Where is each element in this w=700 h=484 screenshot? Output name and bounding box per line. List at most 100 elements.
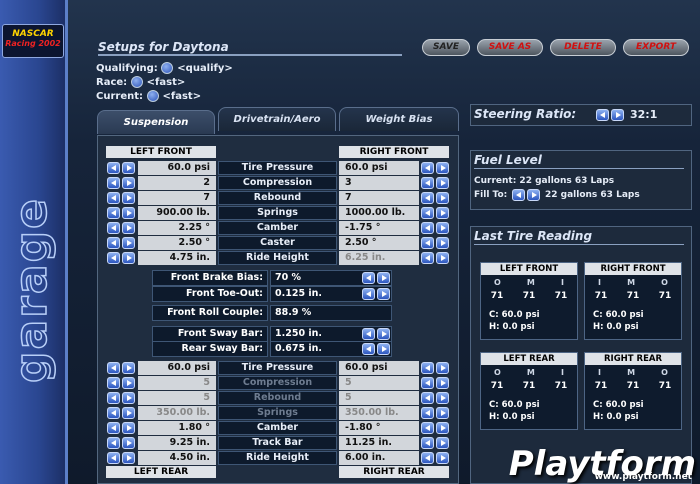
front-row-3-right-increase-icon[interactable]: [436, 207, 449, 219]
front-row-2-left-increase-icon[interactable]: [122, 192, 135, 204]
rear-row-0-label: Tire Pressure: [218, 361, 337, 375]
rear-row-4-left-decrease-icon[interactable]: [107, 422, 120, 434]
qualifying-row: Qualifying: <qualify>: [96, 62, 233, 74]
front-row-0-right-decrease-icon[interactable]: [421, 162, 434, 174]
front-row-5-left-increase-icon[interactable]: [122, 237, 135, 249]
front-row-2-right-increase-icon[interactable]: [436, 192, 449, 204]
tire-rf-hot-pressure: H: 0.0 psi: [593, 322, 639, 332]
tire-lf-hot-pressure: H: 0.0 psi: [489, 322, 535, 332]
tab-suspension[interactable]: Suspension: [97, 110, 215, 134]
tire-lf-zone-label: M: [526, 278, 535, 287]
rear-row-4-left-increase-icon[interactable]: [122, 422, 135, 434]
rear-row-3-left-decrease-icon[interactable]: [107, 407, 120, 419]
front-row-4-left-increase-icon[interactable]: [122, 222, 135, 234]
front-row-6-left-decrease-icon[interactable]: [107, 252, 120, 264]
front-row-2-left-decrease-icon[interactable]: [107, 192, 120, 204]
center-1-label: Front Toe-Out:: [152, 286, 268, 302]
rear-row-2-right-increase-icon[interactable]: [436, 392, 449, 404]
front-row-5-right-decrease-icon[interactable]: [421, 237, 434, 249]
front-row-1-right-value: 3: [339, 176, 419, 190]
rear-row-6-right-increase-icon[interactable]: [436, 452, 449, 464]
front-row-4-right-decrease-icon[interactable]: [421, 222, 434, 234]
rear-row-4-right-decrease-icon[interactable]: [421, 422, 434, 434]
fuel-increase-icon[interactable]: [527, 189, 540, 201]
delete-button[interactable]: DELETE: [550, 39, 616, 56]
fuel-decrease-icon[interactable]: [512, 189, 525, 201]
tire-rf-zone-label: I: [598, 278, 602, 287]
front-row-5-right-increase-icon[interactable]: [436, 237, 449, 249]
front-row-6-right-decrease-icon[interactable]: [421, 252, 434, 264]
rear-row-5-right-decrease-icon[interactable]: [421, 437, 434, 449]
front-row-1-left-increase-icon[interactable]: [122, 177, 135, 189]
rear-row-5-left-decrease-icon[interactable]: [107, 437, 120, 449]
save-as-button[interactable]: SAVE AS: [477, 39, 543, 56]
rear-row-4-right-increase-icon[interactable]: [436, 422, 449, 434]
rear-row-1-left-decrease-icon[interactable]: [107, 377, 120, 389]
front-row-5-left-decrease-icon[interactable]: [107, 237, 120, 249]
tire-card-lr: LEFT REAR O M I 71 71 71 C: 60.0 psi H: 0.0 psi: [480, 352, 578, 430]
rear-row-2-left-decrease-icon[interactable]: [107, 392, 120, 404]
steering-value: 32:1: [630, 108, 658, 121]
center-1-decrease-icon[interactable]: [362, 288, 375, 300]
tire-rr-zones: IMO: [585, 367, 681, 379]
tire-card-lf: LEFT FRONT O M I 71 71 71 C: 60.0 psi H: 0.0 psi: [480, 262, 578, 340]
export-button[interactable]: EXPORT: [623, 39, 689, 56]
center-4-decrease-icon[interactable]: [362, 343, 375, 355]
save-button[interactable]: SAVE: [422, 39, 470, 56]
rear-row-5-left-increase-icon[interactable]: [122, 437, 135, 449]
front-row-3-left-decrease-icon[interactable]: [107, 207, 120, 219]
front-row-0-left-increase-icon[interactable]: [122, 162, 135, 174]
rear-row-3-right-decrease-icon[interactable]: [421, 407, 434, 419]
front-row-1-left-decrease-icon[interactable]: [107, 177, 120, 189]
front-row-3-right-decrease-icon[interactable]: [421, 207, 434, 219]
front-row-2-right-value: 7: [339, 191, 419, 205]
front-row-5-right-value: 2.50 °: [339, 236, 419, 250]
rear-row-3-left-increase-icon[interactable]: [122, 407, 135, 419]
tab-drivetrain-aero[interactable]: Drivetrain/Aero: [218, 107, 336, 131]
rear-row-3-right-increase-icon[interactable]: [436, 407, 449, 419]
center-3-decrease-icon[interactable]: [362, 328, 375, 340]
rear-row-6-left-increase-icon[interactable]: [122, 452, 135, 464]
tab-weight-bias[interactable]: Weight Bias: [339, 107, 459, 131]
current-select-icon[interactable]: [146, 90, 159, 102]
front-row-0-left-decrease-icon[interactable]: [107, 162, 120, 174]
rear-row-2-left-increase-icon[interactable]: [122, 392, 135, 404]
rear-row-6-right-decrease-icon[interactable]: [421, 452, 434, 464]
tire-rf-zone-label: M: [627, 278, 636, 287]
front-row-6-right-increase-icon[interactable]: [436, 252, 449, 264]
qualifying-select-icon[interactable]: [161, 62, 174, 74]
tire-lr-temp: 71: [522, 381, 536, 391]
front-row-4-right-increase-icon[interactable]: [436, 222, 449, 234]
center-4-increase-icon[interactable]: [377, 343, 390, 355]
rear-row-0-right-decrease-icon[interactable]: [421, 362, 434, 374]
rear-row-6-left-decrease-icon[interactable]: [107, 452, 120, 464]
front-row-4-left-decrease-icon[interactable]: [107, 222, 120, 234]
steering-increase-icon[interactable]: [611, 109, 624, 121]
front-row-3-right-value: 1000.00 lb.: [339, 206, 419, 220]
center-0-decrease-icon[interactable]: [362, 272, 375, 284]
rear-row-2-right-decrease-icon[interactable]: [421, 392, 434, 404]
tire-lf-zones: OMI: [481, 277, 577, 289]
rear-row-1-left-increase-icon[interactable]: [122, 377, 135, 389]
front-row-1-right-increase-icon[interactable]: [436, 177, 449, 189]
rear-row-5-right-increase-icon[interactable]: [436, 437, 449, 449]
race-select-icon[interactable]: [130, 76, 143, 88]
rear-row-0-left-increase-icon[interactable]: [122, 362, 135, 374]
rear-row-0-left-decrease-icon[interactable]: [107, 362, 120, 374]
front-row-0-right-increase-icon[interactable]: [436, 162, 449, 174]
fuel-title: Fuel Level: [474, 153, 542, 167]
center-3-increase-icon[interactable]: [377, 328, 390, 340]
rear-row-1-right-increase-icon[interactable]: [436, 377, 449, 389]
front-row-2-right-decrease-icon[interactable]: [421, 192, 434, 204]
tire-rr-temp: 71: [594, 381, 608, 391]
tire-lr-hot-pressure: H: 0.0 psi: [489, 412, 535, 422]
center-1-increase-icon[interactable]: [377, 288, 390, 300]
front-row-1-right-decrease-icon[interactable]: [421, 177, 434, 189]
steering-decrease-icon[interactable]: [596, 109, 609, 121]
rear-row-0-right-increase-icon[interactable]: [436, 362, 449, 374]
front-row-3-left-increase-icon[interactable]: [122, 207, 135, 219]
front-row-6-left-increase-icon[interactable]: [122, 252, 135, 264]
tire-rf-temp: 71: [626, 291, 640, 301]
rear-row-1-right-decrease-icon[interactable]: [421, 377, 434, 389]
center-0-increase-icon[interactable]: [377, 272, 390, 284]
